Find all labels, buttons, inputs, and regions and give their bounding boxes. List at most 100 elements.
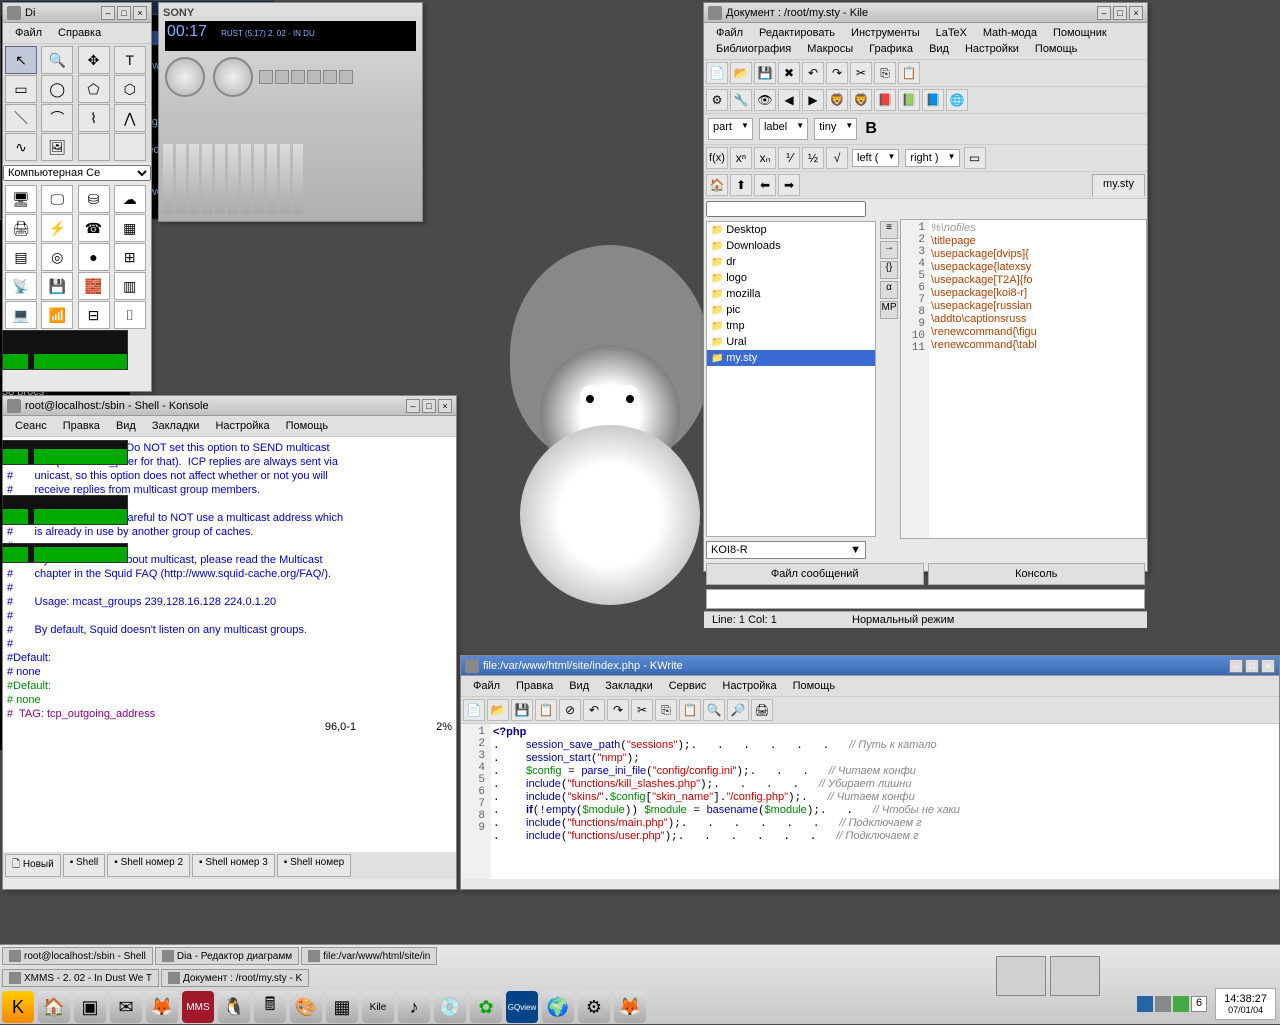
redo-icon[interactable]: ↷ (607, 699, 629, 721)
shell-tab[interactable]: 🗋 Новый (5, 854, 61, 877)
tool-polyline[interactable]: ⋀ (114, 104, 146, 132)
firefox-icon[interactable]: 🦊 (146, 991, 178, 1023)
html-icon[interactable]: 🌐 (946, 89, 968, 111)
menu-item[interactable]: Закладки (144, 418, 208, 434)
burn-icon[interactable]: 💿 (434, 991, 466, 1023)
shape-modem[interactable]: ▦ (114, 214, 146, 242)
menu-item[interactable]: Настройки (957, 41, 1027, 57)
findnext-icon[interactable]: 🔎 (727, 699, 749, 721)
redo-icon[interactable]: ↷ (826, 62, 848, 84)
tux-icon[interactable]: 🐧 (218, 991, 250, 1023)
taskbar-task[interactable]: Документ : /root/my.sty - K (161, 969, 309, 987)
taskbar-task[interactable]: XMMS - 2. 02 - In Dust We T (2, 969, 159, 987)
shell-tab[interactable]: ▪ Shell номер 2 (107, 854, 190, 877)
pager-2[interactable] (1050, 956, 1100, 996)
save-icon[interactable]: 💾 (754, 62, 776, 84)
calc-icon[interactable]: 🖩 (254, 991, 286, 1023)
kmenu-icon[interactable]: K (2, 991, 34, 1023)
menu-item[interactable]: Правка (508, 678, 561, 694)
eq-slider[interactable] (293, 144, 303, 214)
tool-box[interactable]: ▭ (5, 75, 37, 103)
pager-1[interactable] (996, 956, 1046, 996)
xmms-next[interactable] (323, 70, 337, 84)
xmms-eject[interactable] (339, 70, 353, 84)
tool-bezier2[interactable]: ∿ (5, 133, 37, 161)
dvi-icon[interactable]: 📕 (874, 89, 896, 111)
file-item[interactable]: pic (707, 302, 875, 318)
menu-item[interactable]: Правка (55, 418, 108, 434)
menu-item[interactable]: Помощь (785, 678, 844, 694)
back-icon[interactable]: ⬅ (754, 174, 776, 196)
open-icon[interactable]: 📂 (730, 62, 752, 84)
paste-icon[interactable]: 📋 (679, 699, 701, 721)
kw-code[interactable]: <?php . session_save_path("sessions");. … (491, 724, 1279, 879)
close-button[interactable]: × (1261, 659, 1275, 673)
xmms-pause[interactable] (291, 70, 305, 84)
copy-icon[interactable]: ⎘ (874, 62, 896, 84)
term-icon[interactable]: ▣ (74, 991, 106, 1023)
new-icon[interactable]: 📄 (706, 62, 728, 84)
maximize-button[interactable]: □ (422, 399, 436, 413)
console-tab[interactable]: Консоль (928, 563, 1146, 585)
drop-right[interactable]: right ) (905, 149, 959, 167)
tool-move[interactable]: ✥ (78, 46, 110, 74)
new-icon[interactable]: 📄 (463, 699, 485, 721)
menu-item[interactable]: Закладки (597, 678, 661, 694)
app-icon[interactable]: ⚙ (578, 991, 610, 1023)
eq-slider[interactable] (254, 144, 264, 214)
maximize-button[interactable]: □ (117, 6, 131, 20)
gimp-icon[interactable]: 🎨 (290, 991, 322, 1023)
file-item[interactable]: Downloads (707, 238, 875, 254)
taskbar-task[interactable]: Dia - Редактор диаграмм (155, 947, 299, 965)
close-icon[interactable]: ✖ (778, 62, 800, 84)
close-button[interactable]: × (438, 399, 452, 413)
cut-icon[interactable]: ✂ (631, 699, 653, 721)
up-icon[interactable]: ⬆ (730, 174, 752, 196)
home-icon[interactable]: 🏠 (706, 174, 728, 196)
fx-icon[interactable]: f(x) (706, 147, 728, 169)
menu-item[interactable]: Редактировать (751, 25, 843, 41)
sub-icon[interactable]: xₙ (754, 147, 776, 169)
konsole-titlebar[interactable]: root@localhost:/sbin - Shell - Konsole –… (3, 396, 456, 416)
shape-monitor[interactable]: 🖵 (41, 185, 73, 213)
close-button[interactable]: × (133, 6, 147, 20)
menu-file[interactable]: Файл (7, 25, 50, 41)
sup-icon[interactable]: xⁿ (730, 147, 752, 169)
menu-item[interactable]: Помощь (278, 418, 337, 434)
drop-tiny[interactable]: tiny (814, 118, 857, 140)
print-icon[interactable]: 🖨 (751, 699, 773, 721)
fwd-icon[interactable]: ➡ (778, 174, 800, 196)
drop-label[interactable]: label (759, 118, 808, 140)
tray-icon[interactable] (1173, 996, 1189, 1012)
side-brace[interactable]: {} (880, 261, 898, 279)
eq-slider[interactable] (202, 144, 212, 214)
code-area[interactable]: %\nofiles \titlepage \usepackage[dvips]{… (929, 220, 1146, 538)
shell-tab[interactable]: ▪ Shell номер 3 (192, 854, 275, 877)
drop-left[interactable]: left ( (852, 149, 899, 167)
shape-storage[interactable]: ⛁ (78, 185, 110, 213)
home-icon[interactable]: 🏠 (38, 991, 70, 1023)
undo-icon[interactable]: ↶ (583, 699, 605, 721)
desktop-number[interactable]: 6 (1191, 996, 1207, 1012)
minimize-button[interactable]: – (1097, 6, 1111, 20)
xmms-play[interactable] (275, 70, 289, 84)
copy-icon[interactable]: ⎘ (655, 699, 677, 721)
taskbar-task[interactable]: file:/var/www/html/site/in (301, 947, 437, 965)
fox-icon[interactable]: 🦊 (614, 991, 646, 1023)
save-icon[interactable]: 💾 (511, 699, 533, 721)
shell-tab[interactable]: ▪ Shell (63, 854, 106, 877)
shell-tab[interactable]: ▪ Shell номер (277, 854, 351, 877)
tool-ellipse[interactable]: ◯ (41, 75, 73, 103)
frac-icon[interactable]: ⅟ (778, 147, 800, 169)
shape-computer[interactable]: 🖥 (5, 185, 37, 213)
menu-item[interactable]: LaTeX (928, 25, 975, 41)
eq-slider[interactable] (267, 144, 277, 214)
minimize-button[interactable]: – (1229, 659, 1243, 673)
encoding-select[interactable]: KOI8-R▼ (706, 541, 866, 559)
icq-icon[interactable]: ✿ (470, 991, 502, 1023)
arrow-r-icon[interactable]: ▶ (802, 89, 824, 111)
tray-icon[interactable] (1137, 996, 1153, 1012)
shape-net[interactable]: ⊞ (114, 243, 146, 271)
close-button[interactable]: × (1129, 6, 1143, 20)
tex-icon[interactable]: ⚙ (706, 89, 728, 111)
